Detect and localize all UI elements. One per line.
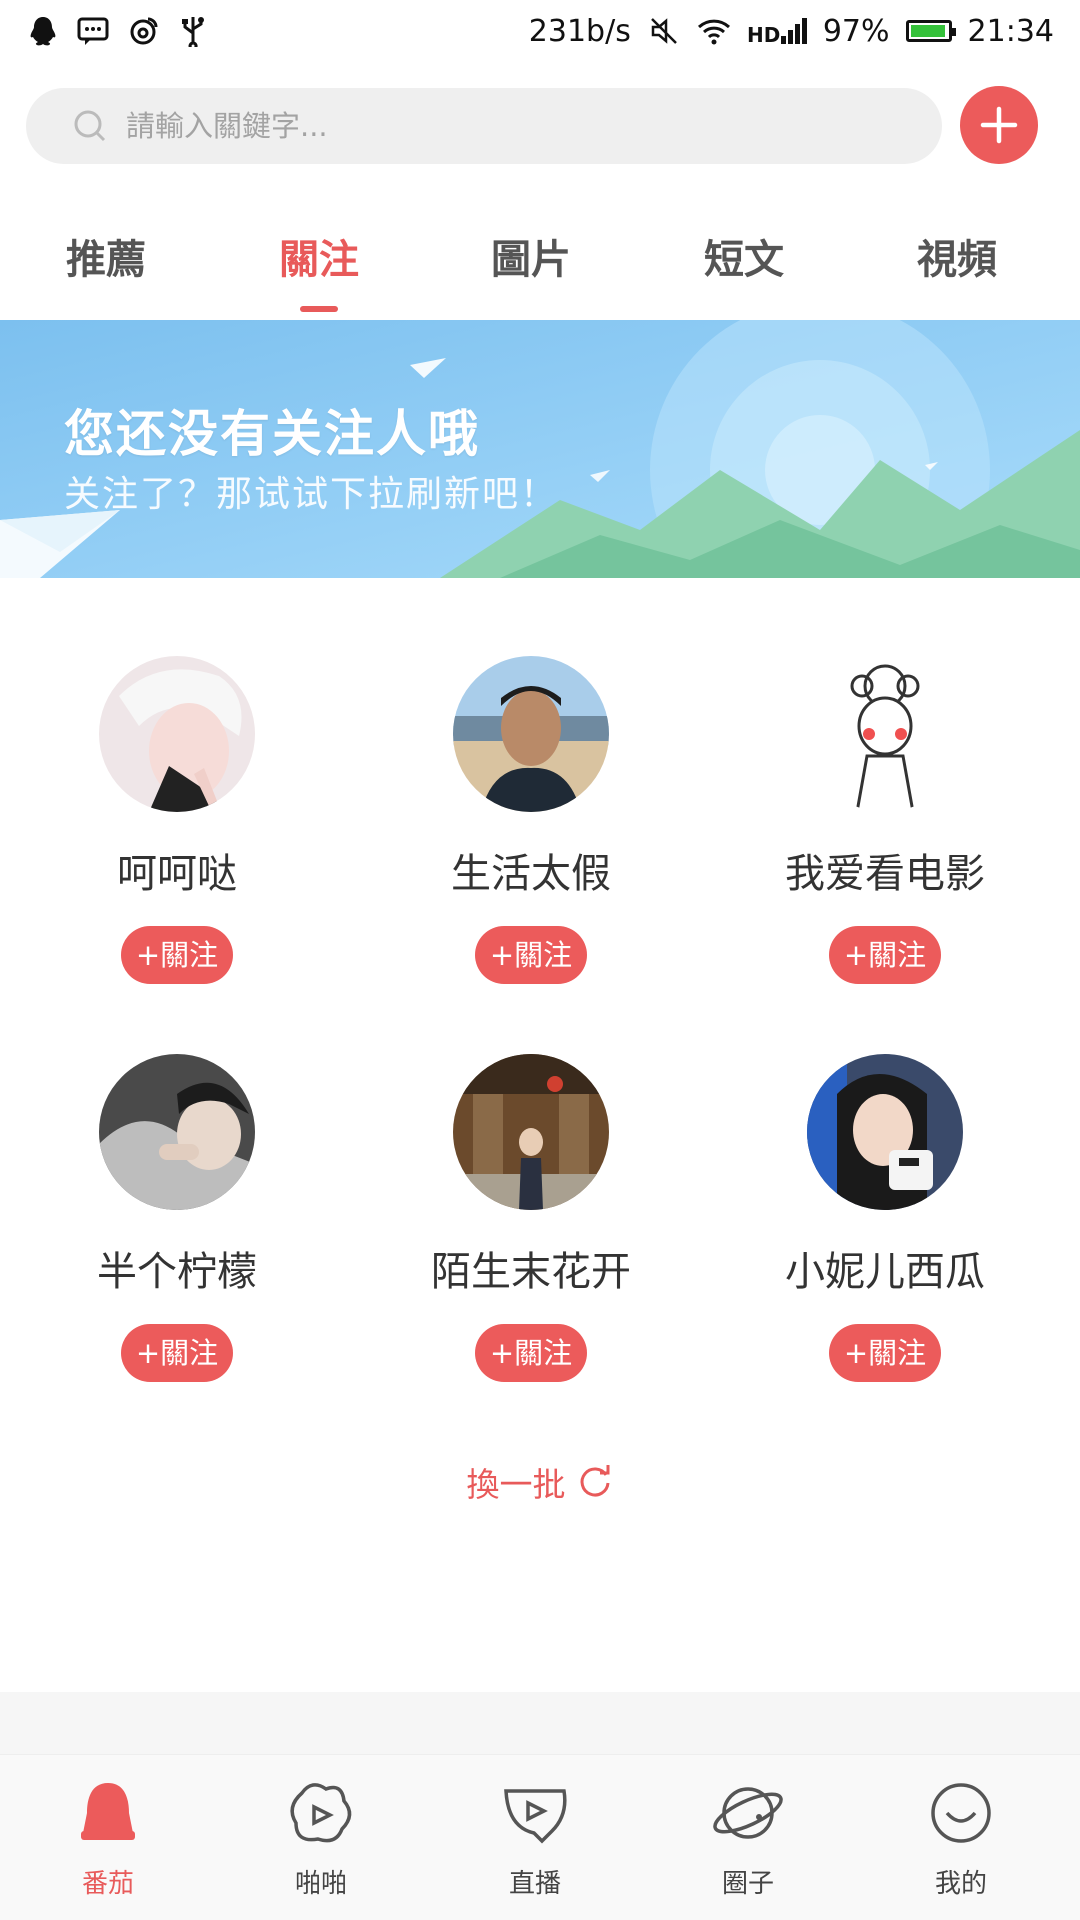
tab-label: 圖片 [491,237,571,283]
user-card[interactable]: 半个柠檬 +關注 [27,1054,327,1382]
bottom-navigation: 番茄 啪啪 直播 圈子 我的 [0,1754,1080,1920]
user-name: 呵呵哒 [117,851,237,897]
banner-title: 您还没有关注人哦 [64,405,480,463]
usb-icon [176,14,210,48]
refresh-icon [580,1465,609,1497]
mute-icon [647,14,681,48]
tab-pictures[interactable]: 圖片 [456,210,606,310]
follow-button[interactable]: +關注 [475,926,587,984]
user-card[interactable]: 我爱看电影 +關注 [735,656,1035,984]
banner-subtitle: 关注了？那试试下拉刷新吧！ [64,474,559,515]
user-card[interactable]: 呵呵哒 +關注 [27,656,327,984]
avatar[interactable] [453,656,609,812]
tab-follow[interactable]: 關注 [244,210,394,312]
nav-label: 圈子 [721,1869,774,1899]
section-divider [0,1692,1080,1754]
tab-label: 視頻 [917,237,997,283]
category-tabs: 推薦 關注 圖片 短文 視頻 [0,210,1080,320]
tab-label: 推薦 [66,237,146,283]
follow-button[interactable]: +關注 [829,926,941,984]
tab-video[interactable]: 視頻 [882,210,1032,310]
tab-label: 短文 [704,237,784,283]
refresh-batch-button[interactable]: 換一批 [0,1458,1080,1506]
follow-button[interactable]: +關注 [829,1324,941,1382]
refresh-label: 換一批 [466,1465,566,1504]
planet-icon [713,1787,783,1839]
add-button[interactable] [960,86,1038,164]
user-card[interactable]: 陌生末花开 +關注 [381,1054,681,1382]
qq-icon [26,14,60,48]
avatar[interactable] [807,1054,963,1210]
wifi-icon [697,14,731,48]
nav-item-live[interactable]: 直播 [465,1775,605,1900]
bell-icon [81,1783,135,1840]
hd-icon: HD [747,14,807,48]
plus-icon [980,106,1018,144]
nav-item-tomato[interactable]: 番茄 [38,1775,178,1900]
tab-short-text[interactable]: 短文 [669,210,819,310]
user-card[interactable]: 生活太假 +關注 [381,656,681,984]
tab-label: 關注 [279,237,359,283]
nav-label: 我的 [934,1869,987,1899]
video-blob-icon [290,1783,352,1843]
nav-label: 番茄 [81,1869,134,1899]
battery-percent: 97% [822,13,890,49]
status-left [26,14,210,48]
follow-button[interactable]: +關注 [121,1324,233,1382]
clock: 21:34 [967,13,1054,49]
user-card[interactable]: 小妮儿西瓜 +關注 [735,1054,1035,1382]
search-row [0,86,1080,166]
svg-text:HD: HD [747,23,780,46]
tab-active-indicator [300,306,338,312]
search-icon [74,110,106,142]
nav-item-circle[interactable]: 圈子 [678,1775,818,1900]
nav-item-papa[interactable]: 啪啪 [251,1775,391,1900]
net-speed: 231b/s [528,13,631,49]
search-input[interactable] [124,108,908,144]
status-bar: 231b/s HD 97% 21:34 [0,0,1080,62]
follow-button[interactable]: +關注 [475,1324,587,1382]
empty-follow-banner: 您还没有关注人哦 关注了？那试试下拉刷新吧！ [0,320,1080,578]
weibo-icon [126,14,160,48]
user-name: 我爱看电影 [785,851,985,897]
status-right: 231b/s HD 97% 21:34 [529,14,1054,49]
smile-icon [931,1783,991,1843]
tab-recommend[interactable]: 推薦 [31,210,181,310]
message-icon [76,14,110,48]
user-name: 小妮儿西瓜 [785,1249,985,1295]
avatar[interactable] [807,656,963,812]
user-name: 陌生末花开 [431,1249,631,1295]
follow-button[interactable]: +關注 [121,926,233,984]
search-box[interactable] [26,88,942,164]
nav-label: 直播 [508,1869,561,1899]
nav-item-mine[interactable]: 我的 [891,1775,1031,1900]
live-play-icon [504,1789,567,1844]
avatar[interactable] [99,1054,255,1210]
user-name: 半个柠檬 [97,1249,257,1295]
battery-level [910,25,946,37]
battery-icon [905,20,956,42]
avatar[interactable] [453,1054,609,1210]
nav-label: 啪啪 [294,1869,347,1899]
avatar[interactable] [99,656,255,812]
user-name: 生活太假 [451,851,611,897]
